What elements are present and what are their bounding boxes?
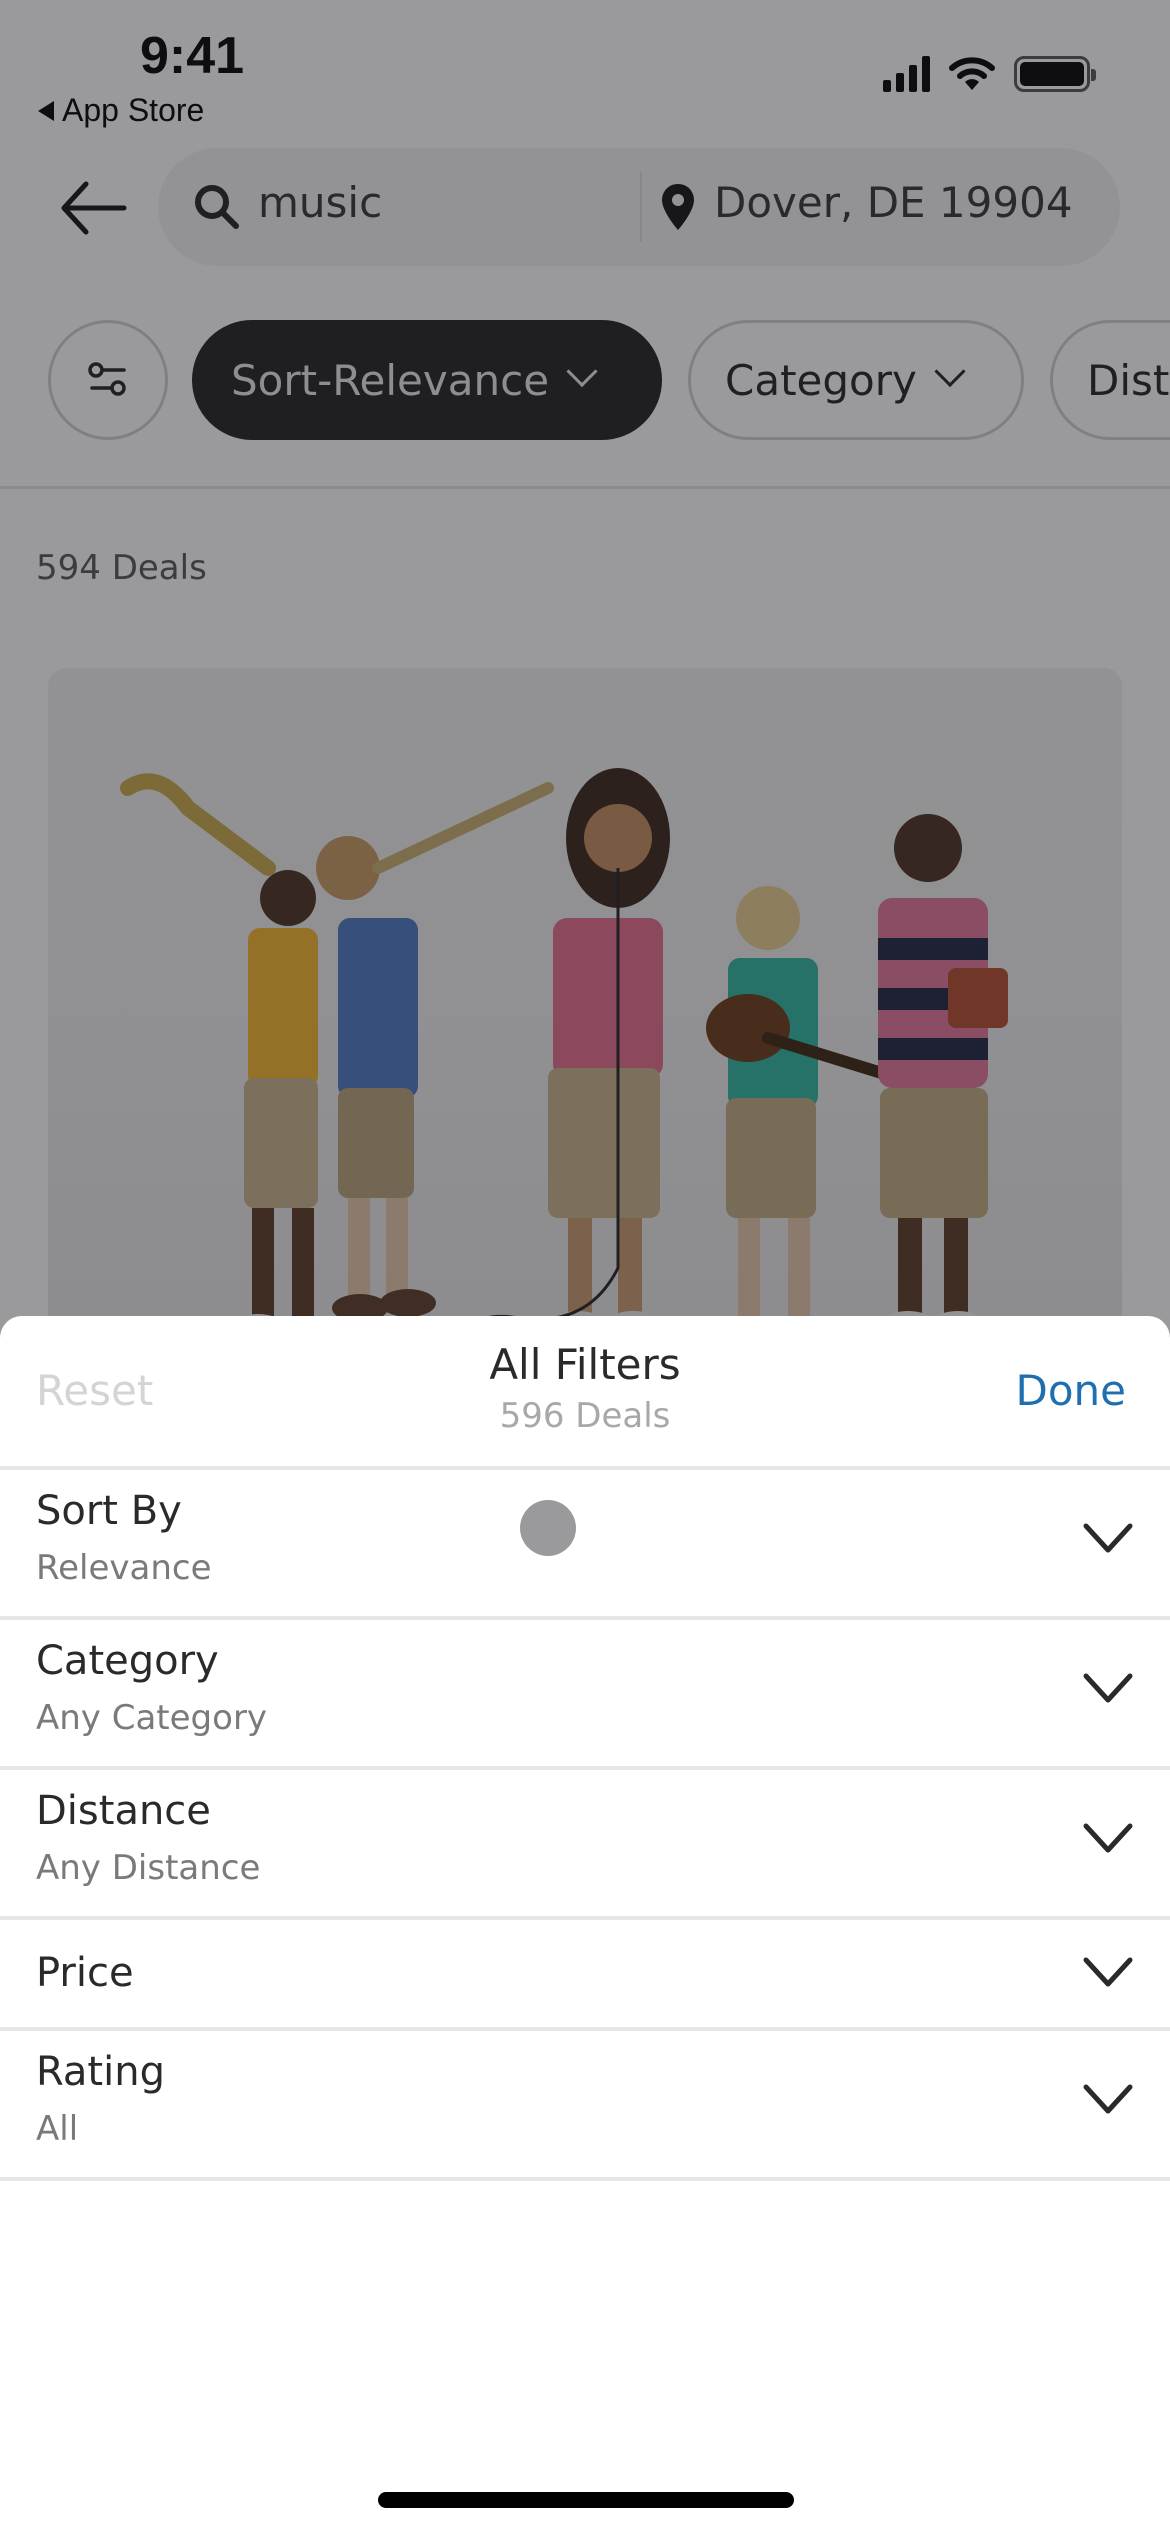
home-indicator[interactable] [378,2492,794,2508]
chevron-down-icon [1083,1673,1133,1703]
touch-indicator [520,1500,576,1556]
filter-row-distance[interactable]: Distance Any Distance [0,1770,1170,1916]
done-button[interactable]: Done [1016,1366,1127,1415]
filter-label: Rating [36,2049,165,2095]
filter-row-sort-by[interactable]: Sort By Relevance [0,1470,1170,1616]
filter-value: All [36,2109,79,2149]
chevron-down-icon [1083,1957,1133,1987]
filter-row-category[interactable]: Category Any Category [0,1620,1170,1766]
filter-label: Sort By [36,1488,182,1534]
sheet-deal-count: 596 Deals [499,1396,671,1436]
filter-row-price[interactable]: Price [0,1920,1170,2027]
filter-label: Category [36,1638,219,1684]
chevron-down-icon [1083,1523,1133,1553]
filter-list: Sort By Relevance Category Any Category … [0,1466,1170,2181]
sheet-header: Reset All Filters 596 Deals Done [0,1316,1170,1466]
filter-label: Distance [36,1788,211,1834]
filter-label: Price [36,1950,134,1996]
filter-value: Any Distance [36,1848,261,1888]
filter-row-rating[interactable]: Rating All [0,2031,1170,2177]
all-filters-sheet: Reset All Filters 596 Deals Done Sort By… [0,1316,1170,2532]
filter-value: Any Category [36,1698,268,1738]
divider [0,2177,1170,2181]
filter-value: Relevance [36,1548,212,1588]
chevron-down-icon [1083,1823,1133,1853]
sheet-title: All Filters [489,1340,681,1389]
chevron-down-icon [1083,2084,1133,2114]
